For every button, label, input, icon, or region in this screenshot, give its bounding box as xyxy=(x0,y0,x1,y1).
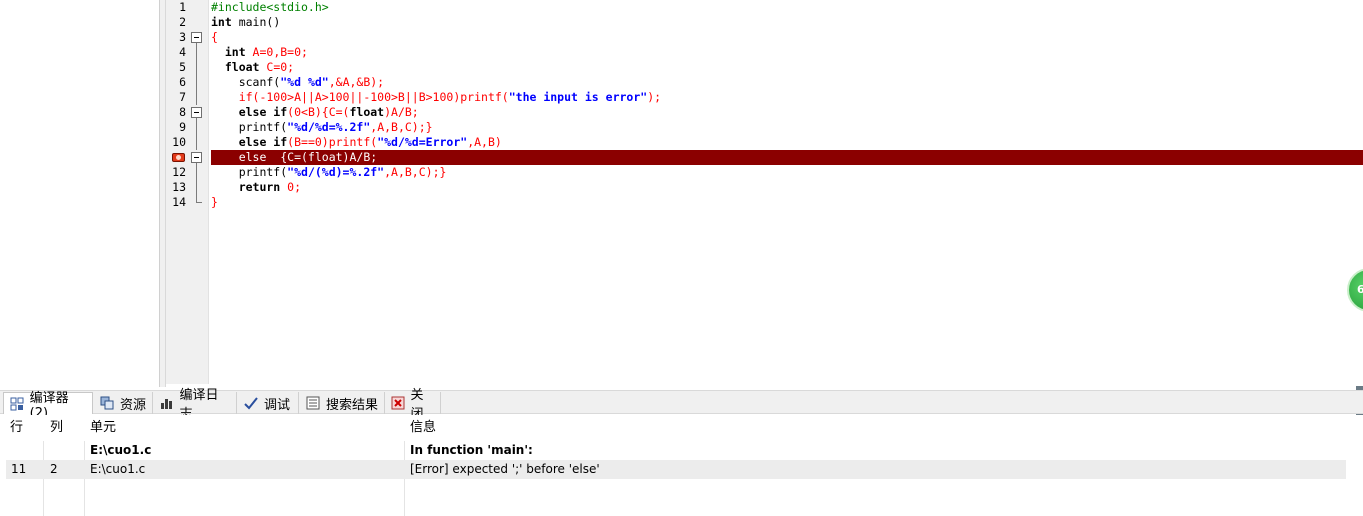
cell-line: 11 xyxy=(11,462,27,476)
error-highlighted-line: else {C=(float)A/B; xyxy=(211,150,1363,165)
compiler-results-list[interactable]: 行 列 单元 信息 E:\cuo1.c In function 'main': … xyxy=(0,415,1363,516)
column-header-line[interactable]: 行 xyxy=(0,415,44,441)
code-line: } xyxy=(211,195,218,209)
line-number: 5 xyxy=(179,60,186,74)
line-number: 10 xyxy=(172,135,186,149)
line-number: 14 xyxy=(172,195,186,209)
line-number: 12 xyxy=(172,165,186,179)
project-panel[interactable] xyxy=(0,0,160,387)
code-line: float C=0; xyxy=(211,60,295,74)
line-number: 3 xyxy=(179,30,186,44)
line-number: 2 xyxy=(179,15,186,29)
fold-guide xyxy=(196,43,197,105)
search-results-icon xyxy=(305,395,321,411)
code-line: #include<stdio.h> xyxy=(211,0,329,14)
code-line: scanf("%d %d",&A,&B); xyxy=(211,75,385,89)
code-line: int A=0,B=0; xyxy=(211,45,308,59)
cell-unit: E:\cuo1.c xyxy=(90,443,152,457)
grid-icon xyxy=(10,396,25,412)
tab-label: 搜索结果 xyxy=(326,397,379,413)
column-header-column[interactable]: 列 xyxy=(40,415,84,441)
fold-guide xyxy=(196,163,197,195)
line-number: 4 xyxy=(179,45,186,59)
line-number: 13 xyxy=(172,180,186,194)
code-line: printf("%d/(%d)=%.2f",A,B,C);} xyxy=(211,165,447,179)
bar-chart-icon xyxy=(159,395,175,411)
code-line: return 0; xyxy=(211,180,302,194)
line-number: 7 xyxy=(179,90,186,104)
table-row[interactable]: 11 2 E:\cuo1.c [Error] expected ';' befo… xyxy=(6,460,1346,479)
table-row[interactable]: E:\cuo1.c In function 'main': xyxy=(6,441,1346,460)
tab-close[interactable]: 关闭 xyxy=(385,388,441,422)
fold-end-marker xyxy=(196,195,202,203)
tab-debug[interactable]: 调试 xyxy=(237,392,299,414)
line-number: 1 xyxy=(179,0,186,14)
code-line: printf("%d/%d=%.2f",A,B,C);} xyxy=(211,120,433,134)
error-marker-icon xyxy=(172,153,185,162)
tab-label: 调试 xyxy=(264,397,291,413)
column-header-unit[interactable]: 单元 xyxy=(80,415,400,441)
tab-compile-log[interactable]: 编译日志 xyxy=(153,388,237,422)
cell-message: [Error] expected ';' before 'else' xyxy=(410,462,600,476)
tab-label: 资源 xyxy=(120,397,147,413)
fold-toggle-icon[interactable] xyxy=(191,32,202,43)
tab-compiler[interactable]: 编译器 (2) xyxy=(3,391,93,421)
code-editor[interactable]: 1 2 3 4 5 6 7 8 9 10 12 13 14 #include<s… xyxy=(166,0,1363,387)
fold-toggle-icon[interactable] xyxy=(191,107,202,118)
code-line: { xyxy=(211,30,218,44)
code-line: if(-100>A||A>100||-100>B||B>100)printf("… xyxy=(211,90,662,104)
tab-search-results[interactable]: 搜索结果 xyxy=(299,392,385,414)
resources-icon xyxy=(99,395,115,411)
line-number: 9 xyxy=(179,120,186,134)
cell-unit: E:\cuo1.c xyxy=(90,462,146,476)
close-icon xyxy=(391,395,405,411)
tab-resources[interactable]: 资源 xyxy=(93,392,153,414)
line-gutter: 1 2 3 4 5 6 7 8 9 10 12 13 14 xyxy=(166,0,209,384)
line-number: 8 xyxy=(179,105,186,119)
line-number: 6 xyxy=(179,75,186,89)
cell-column: 2 xyxy=(50,462,58,476)
code-line: else if(0<B){C=(float)A/B; xyxy=(211,105,419,119)
column-header-message[interactable]: 信息 xyxy=(400,415,1300,441)
check-icon xyxy=(243,395,259,411)
bottom-tab-bar: 编译器 (2) 资源 编译日志 调试 搜索结果 关闭 xyxy=(0,388,1363,422)
code-line: int main() xyxy=(211,15,281,29)
cell-message: In function 'main': xyxy=(410,443,533,457)
fold-guide xyxy=(196,118,197,150)
fold-toggle-icon[interactable] xyxy=(191,152,202,163)
code-line: else if(B==0)printf("%d/%d=Error",A,B) xyxy=(211,135,502,149)
